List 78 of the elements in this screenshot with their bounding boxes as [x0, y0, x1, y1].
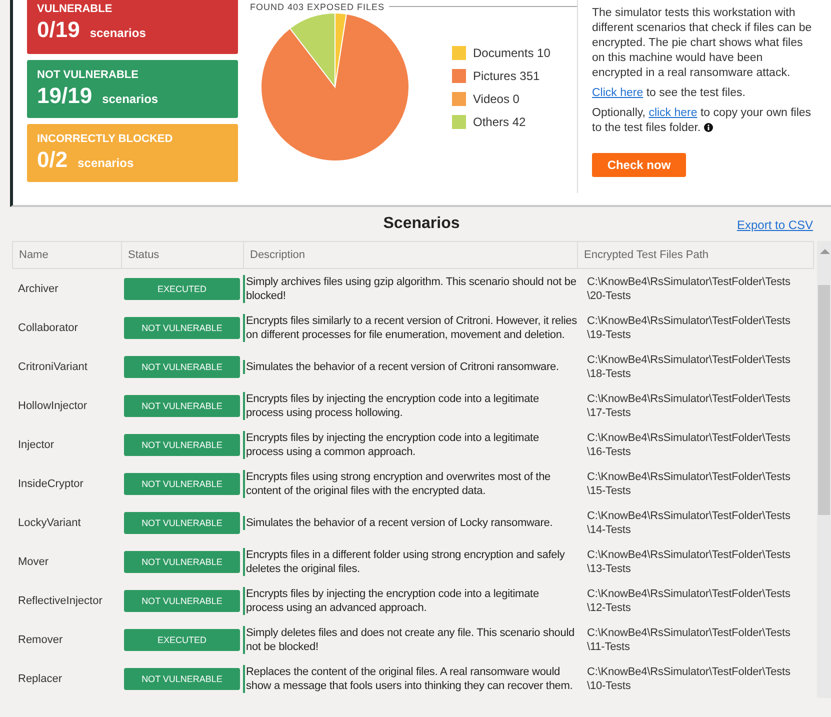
status-badge: NOT VULNERABLE [124, 356, 240, 378]
table-cell-text: C:\KnowBe4\RsSimulator\TestFolder\Tests\20-Tests [586, 274, 792, 304]
table-cell-text: Archiver [17, 282, 60, 296]
export-link[interactable]: Export to CSV [736, 218, 813, 232]
copy-files-link[interactable]: click here [648, 107, 698, 119]
description-text: Encrypts files similarly to a recent version of Critroni. However, it relies on different processes for file enumeration, movement and deletion. [243, 314, 577, 342]
check-now-button[interactable]: Check now [592, 153, 686, 177]
table-cell-text: Collaborator [17, 320, 79, 336]
card-unit: scenarios [90, 26, 146, 40]
legend-swatch [452, 92, 466, 106]
table-cell-text: C:\KnowBe4\RsSimulator\TestFolder\Tests\12-Tests [586, 586, 792, 616]
column-header[interactable]: Encrypted Test Files Path [577, 241, 814, 269]
table-cell-text: LockyVariant [17, 516, 82, 530]
status-badge: NOT VULNERABLE [124, 394, 240, 416]
description-text: Encrypts files by injecting the encryption code into a legitimate process using process hollowing. [243, 392, 577, 420]
card-title: NOT VULNERABLE [37, 69, 140, 81]
legend-label: Videos 0 [473, 92, 520, 106]
card-title: INCORRECTLY BLOCKED [37, 133, 174, 145]
legend-swatch [452, 114, 466, 128]
info-text: Click here to see the test files. [592, 86, 746, 101]
table-cell-text: Replacer [17, 672, 64, 686]
table-cell-text: C:\KnowBe4\RsSimulator\TestFolder\Tests\14-Tests [586, 508, 792, 538]
status-badge: NOT VULNERABLE [124, 550, 240, 572]
description-text: Simply archives files using gzip algorithm. This scenario should not be blocked! [243, 274, 577, 302]
legend-swatch [452, 68, 466, 82]
chart-title: FOUND 403 EXPOSED FILES [250, 2, 385, 12]
table-cell-text: Mover [17, 554, 50, 570]
table-cell-text: C:\KnowBe4\RsSimulator\TestFolder\Tests\13-Tests [586, 548, 792, 576]
scrollbar[interactable] [817, 241, 831, 698]
table-cell-text: CritroniVariant [17, 360, 88, 374]
description-text: Replaces the content of the original files. A real ransomware would show a message that fools users into thinking they can recover them. [243, 664, 577, 692]
scrollbar-thumb[interactable] [818, 285, 830, 515]
info-text: Optionally, click here to copy your own files to the test files folder. [592, 106, 812, 136]
table-cell-text: InsideCryptor [17, 476, 84, 492]
card-unit: scenarios [78, 156, 134, 170]
description-text: Simulates the behavior of a recent version of Locky ransomware. [243, 516, 553, 530]
table-cell-text: ReflectiveInjector [17, 594, 104, 608]
description-text: Simulates the behavior of a recent version of Critroni ransomware. [243, 360, 559, 374]
description-text: Simply deletes files and does not create any file. This scenario should not be blocked! [243, 626, 577, 654]
description-text: Encrypts files by injecting the encryption code into a legitimate process using an advanced approach. [243, 586, 577, 614]
status-badge: NOT VULNERABLE [124, 512, 240, 534]
column-header[interactable]: Status [121, 241, 243, 269]
status-badge: EXECUTED [124, 628, 240, 650]
scroll-up-icon[interactable] [820, 249, 830, 254]
status-badge: EXECUTED [124, 278, 240, 300]
info-icon[interactable] [704, 123, 713, 132]
legend-label: Pictures 351 [473, 68, 540, 82]
status-badge: NOT VULNERABLE [124, 590, 240, 612]
status-badge: NOT VULNERABLE [124, 316, 240, 338]
card-title: VULNERABLE [37, 3, 114, 15]
column-header[interactable]: Name [12, 241, 121, 269]
status-badge: NOT VULNERABLE [124, 434, 240, 456]
table-cell-text: HollowInjector [17, 398, 88, 414]
status-badge: NOT VULNERABLE [124, 472, 240, 494]
table-cell-text: C:\KnowBe4\RsSimulator\TestFolder\Tests\15-Tests [586, 470, 792, 498]
status-badge: NOT VULNERABLE [124, 668, 240, 690]
table-cell-text: C:\KnowBe4\RsSimulator\TestFolder\Tests\19-Tests [586, 314, 792, 342]
test-files-link[interactable]: Click here [592, 87, 644, 99]
table-cell-text: Remover [17, 632, 64, 648]
info-text: The simulator tests this workstation with different scenarios that check if files can be encrypted. The pie chart shows what files on this machine would have been encrypted in a real ransomware attack. [592, 6, 813, 81]
table-cell-text: C:\KnowBe4\RsSimulator\TestFolder\Tests\17-Tests [586, 392, 792, 420]
card-count: 19/19 [37, 83, 92, 109]
table-cell-text: C:\KnowBe4\RsSimulator\TestFolder\Tests\10-Tests [586, 664, 792, 694]
table-cell-text: Injector [17, 438, 56, 452]
column-header[interactable]: Description [243, 241, 577, 269]
section-title: Scenarios [383, 215, 460, 233]
legend-swatch [452, 46, 466, 60]
description-text: Encrypts files by injecting the encryption code into a legitimate process using a common approach. [243, 430, 577, 458]
card-count: 0/19 [37, 17, 80, 43]
card-unit: scenarios [102, 92, 158, 106]
card-count: 0/2 [37, 147, 68, 173]
legend-label: Documents 10 [473, 46, 550, 60]
table-cell-text: C:\KnowBe4\RsSimulator\TestFolder\Tests\11-Tests [586, 626, 792, 654]
description-text: Encrypts files in a different folder using strong encryption and safely deletes the original files. [243, 548, 577, 576]
table-cell-text: C:\KnowBe4\RsSimulator\TestFolder\Tests\18-Tests [586, 352, 792, 382]
table-cell-text: C:\KnowBe4\RsSimulator\TestFolder\Tests\16-Tests [586, 430, 792, 460]
legend-label: Others 42 [473, 114, 526, 128]
description-text: Encrypts files using strong encryption and overwrites most of the content of the original files with the encrypted data. [243, 470, 577, 498]
